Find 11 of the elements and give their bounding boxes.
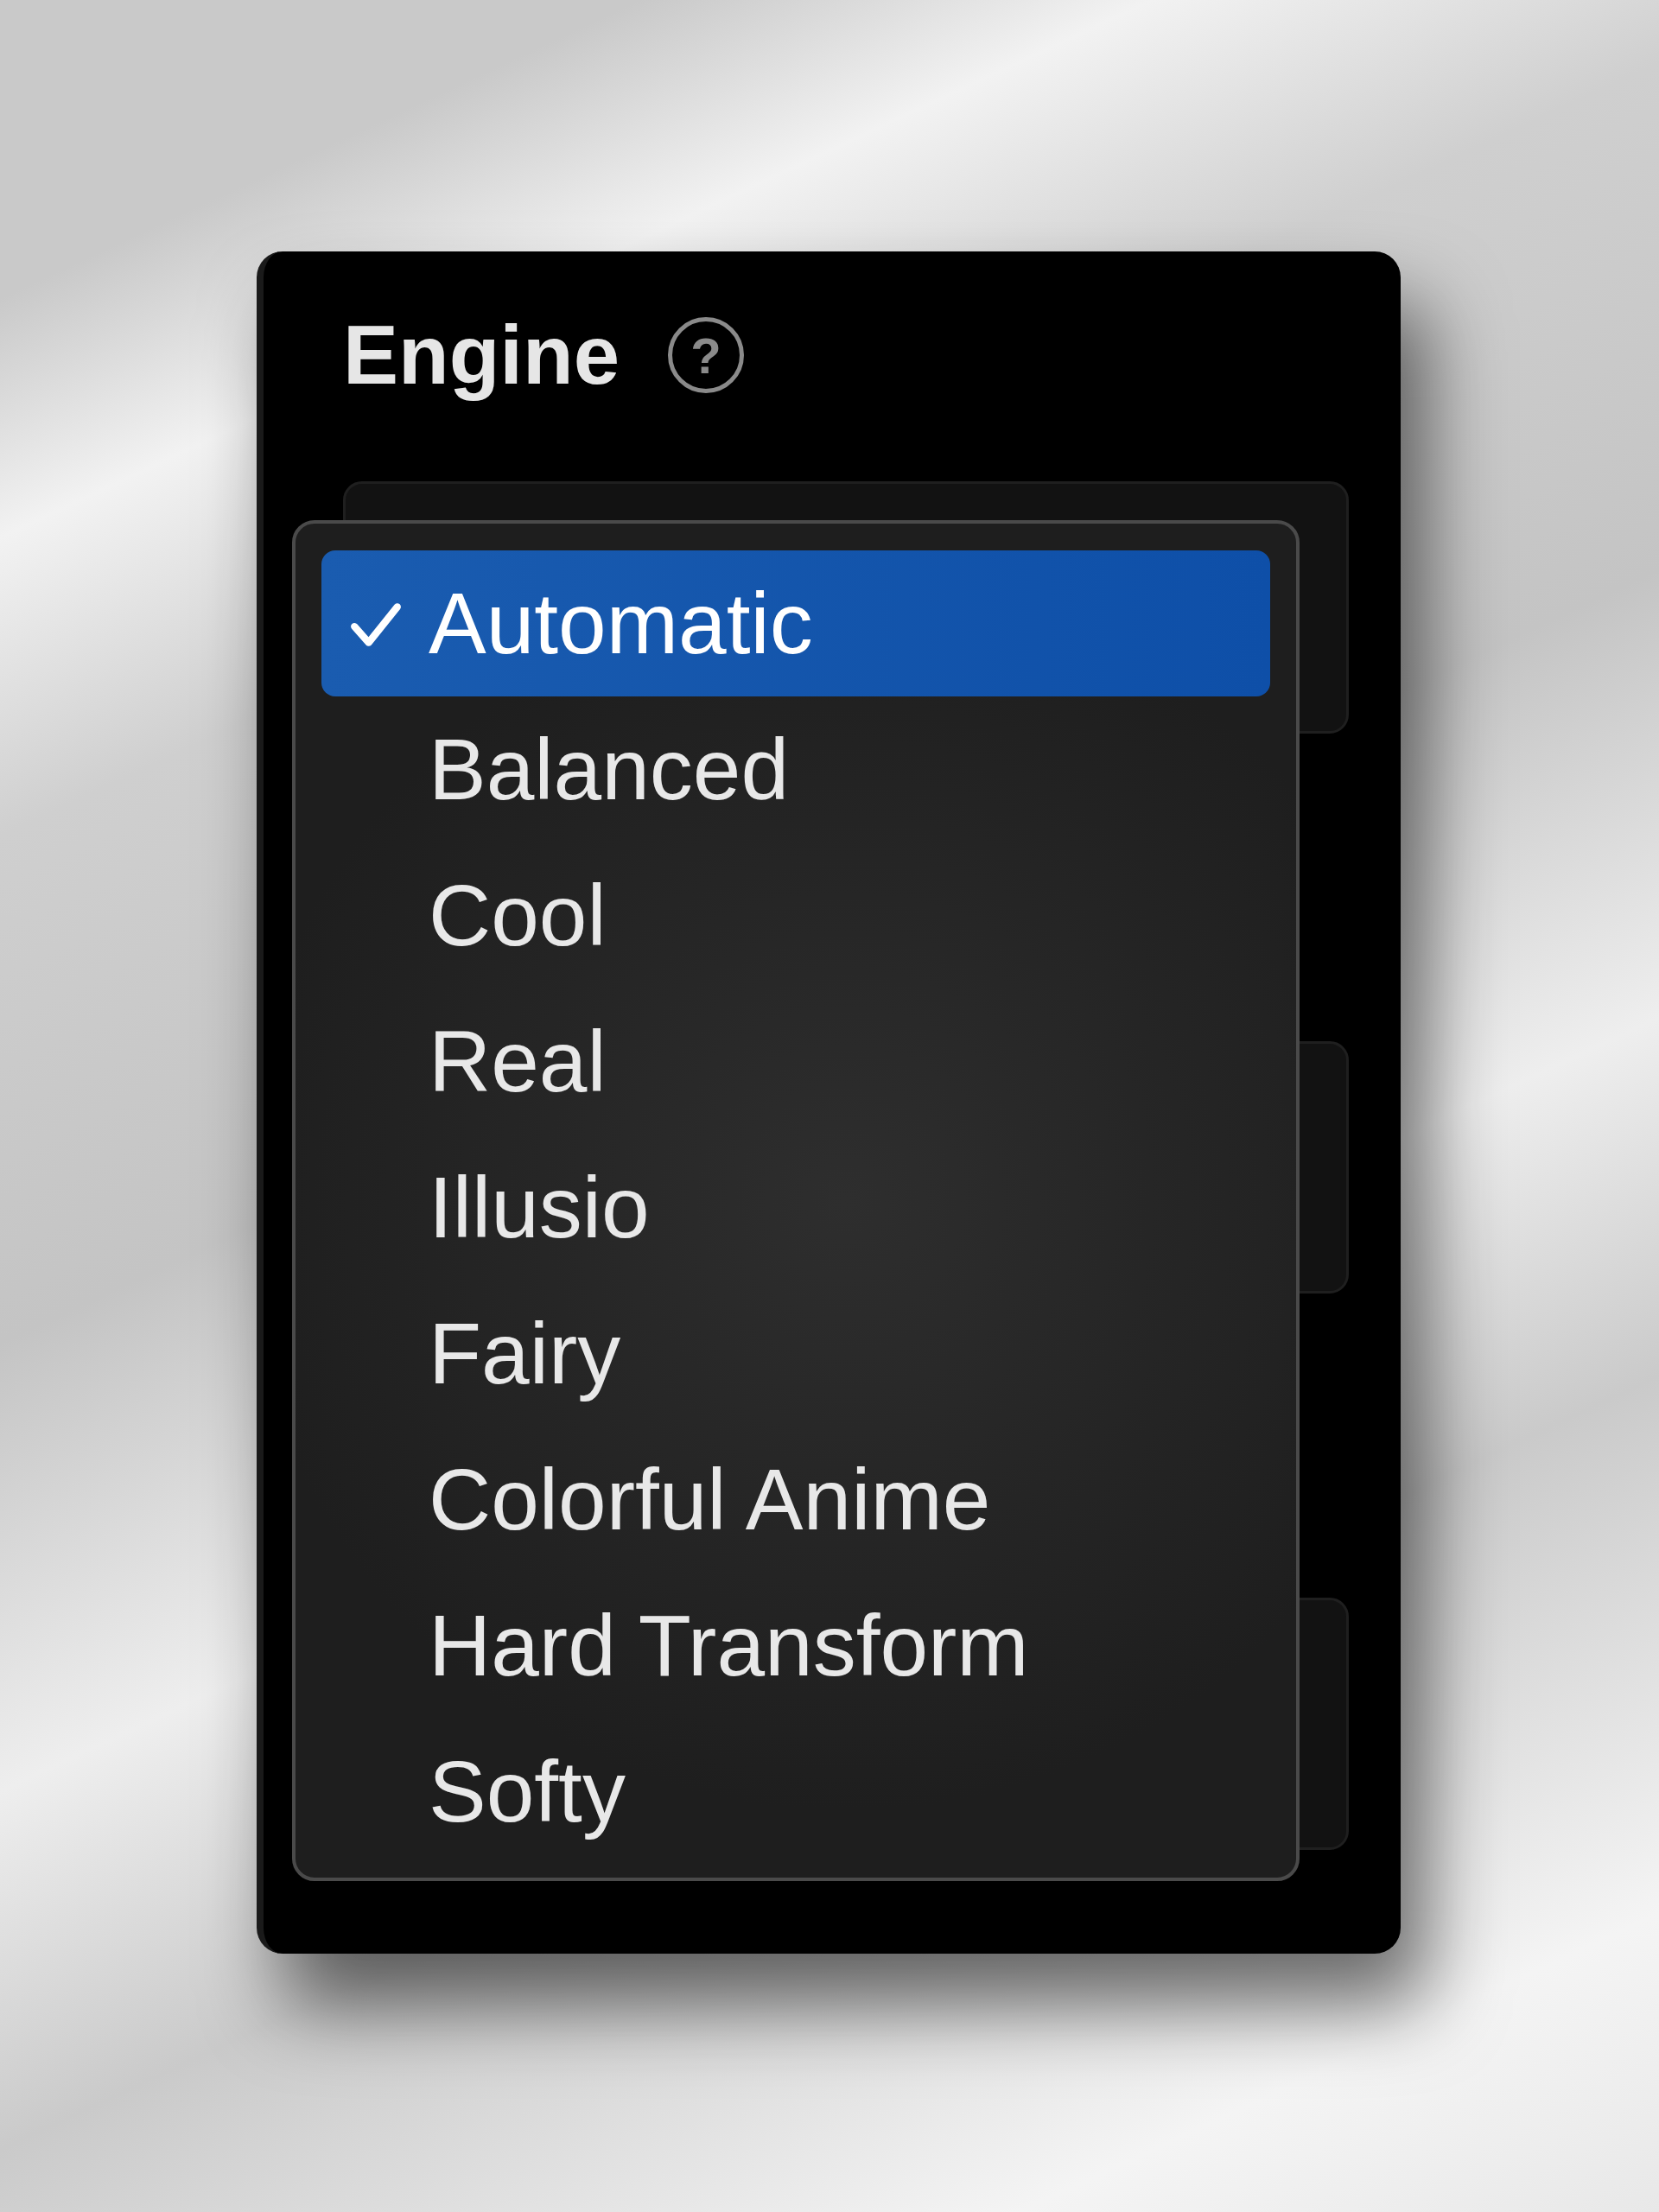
menu-item[interactable]: Cool <box>321 842 1270 988</box>
menu-item[interactable]: Automatic <box>321 550 1270 696</box>
help-icon[interactable]: ? <box>668 317 744 393</box>
menu-item[interactable]: Fairy <box>321 1281 1270 1427</box>
section-title: Engine <box>343 308 620 403</box>
menu-item[interactable]: Hard Transform <box>321 1573 1270 1719</box>
menu-item[interactable]: Colorful Anime <box>321 1427 1270 1573</box>
menu-item[interactable]: Balanced <box>321 696 1270 842</box>
menu-item[interactable]: Illusio <box>321 1135 1270 1281</box>
menu-item[interactable]: Real <box>321 988 1270 1135</box>
menu-item[interactable]: Softy <box>321 1719 1270 1865</box>
